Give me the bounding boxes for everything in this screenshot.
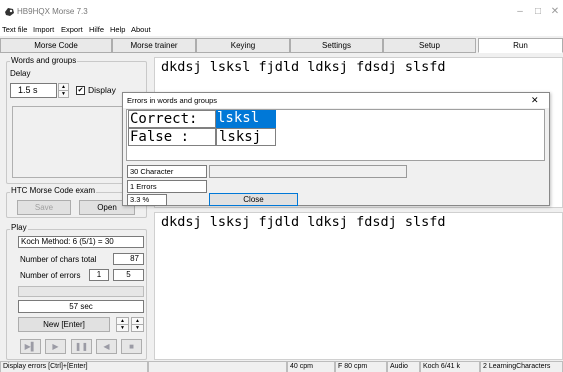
minimize-button[interactable]: –	[511, 4, 529, 20]
stat-percent: 3.3 %	[127, 194, 167, 206]
menu-export[interactable]: Export	[61, 24, 83, 36]
tab-bar: Morse Code Morse trainer Keying Settings…	[0, 36, 563, 53]
dialog-close-button[interactable]: Close	[209, 193, 298, 206]
status-audio: Audio	[387, 361, 420, 372]
tab-morse-trainer[interactable]: Morse trainer	[112, 38, 196, 53]
display-checkbox[interactable]: ✔	[76, 86, 85, 95]
words-preview-box	[12, 106, 137, 178]
bottom-text: dkdsj lsksj fjdld ldksj fdsdj slsfd	[161, 214, 446, 230]
status-hint: Display errors [Ctrl]+[Enter]	[0, 361, 148, 372]
dialog-title: Errors in words and groups	[127, 96, 218, 105]
tab-settings[interactable]: Settings	[290, 38, 383, 53]
status-cpm: 40 cpm	[287, 361, 335, 372]
words-and-groups-legend: Words and groups	[10, 56, 78, 66]
errors-dialog: Errors in words and groups ✕ Correct: ls…	[122, 92, 550, 206]
htc-exam-legend: HTC Morse Code exam	[10, 186, 97, 196]
stat-characters: 30 Character	[127, 165, 207, 178]
close-icon[interactable]: ✕	[531, 94, 539, 106]
tab-keying[interactable]: Keying	[196, 38, 290, 53]
stat-errors: 1 Errors	[127, 180, 207, 193]
back-icon[interactable]: ◀	[96, 339, 117, 354]
stop-icon[interactable]: ■	[121, 339, 142, 354]
window-title: HB9HQX Morse 7.3	[17, 7, 88, 16]
maximize-button[interactable]: □	[529, 4, 547, 20]
top-text: dkdsj lsksl fjdld ldksj fdsdj slsfd	[161, 59, 446, 75]
tab-run[interactable]: Run	[478, 38, 563, 53]
tab-morse-code[interactable]: Morse Code	[0, 38, 112, 53]
status-koch: Koch 6/41 k	[420, 361, 480, 372]
app-icon	[4, 6, 15, 17]
false-value: lsksj	[216, 128, 276, 146]
delay-spinner[interactable]: ▲ ▼	[58, 83, 69, 98]
speed-spinner-1[interactable]: ▲ ▼	[116, 317, 129, 332]
close-window-button[interactable]: ✕	[546, 4, 563, 20]
chars-total-field: 87	[113, 253, 144, 265]
spin-down-icon[interactable]: ▼	[117, 325, 128, 331]
speed-spinner-2[interactable]: ▲ ▼	[131, 317, 144, 332]
stat-bar	[209, 165, 407, 178]
status-empty	[148, 361, 287, 372]
correct-label: Correct:	[128, 110, 216, 128]
menu-bar: Text file Import Export Hilfe Help About	[0, 24, 563, 36]
delay-input[interactable]: 1.5 s	[10, 83, 57, 98]
menu-hilfe[interactable]: Hilfe	[89, 24, 104, 36]
progress-bar	[18, 286, 144, 297]
errors-label: Number of errors	[20, 271, 81, 280]
new-button[interactable]: New [Enter]	[18, 317, 110, 332]
pause-icon[interactable]: ❚❚	[71, 339, 92, 354]
play-legend: Play	[10, 223, 28, 233]
bottom-text-area[interactable]	[154, 212, 563, 360]
play-icon[interactable]: ▶	[45, 339, 66, 354]
errors-field: 1	[89, 269, 109, 281]
status-f-cpm: F 80 cpm	[335, 361, 387, 372]
chars-total-label: Number of chars total	[20, 255, 97, 264]
correct-value: lsksl	[216, 110, 276, 128]
delay-label: Delay	[10, 69, 31, 78]
play-icon[interactable]: ▶▌	[20, 339, 41, 354]
timer-field: 57 sec	[18, 300, 144, 313]
menu-import[interactable]: Import	[33, 24, 54, 36]
menu-text-file[interactable]: Text file	[2, 24, 27, 36]
spin-down-icon[interactable]: ▼	[59, 91, 68, 97]
tab-setup[interactable]: Setup	[383, 38, 476, 53]
status-learning: 2 LearningCharacters	[480, 361, 563, 372]
koch-method-field: Koch Method: 6 (5/1) = 30	[18, 236, 144, 248]
spin-down-icon[interactable]: ▼	[132, 325, 143, 331]
display-label: Display	[88, 85, 116, 95]
menu-help[interactable]: Help	[110, 24, 125, 36]
status-bar: Display errors [Ctrl]+[Enter] 40 cpm F 8…	[0, 361, 563, 372]
title-bar: HB9HQX Morse 7.3 – □ ✕	[0, 0, 563, 24]
menu-about[interactable]: About	[131, 24, 151, 36]
false-label: False :	[128, 128, 216, 146]
save-button[interactable]: Save	[17, 200, 71, 215]
errors-max-field: 5	[113, 269, 144, 281]
